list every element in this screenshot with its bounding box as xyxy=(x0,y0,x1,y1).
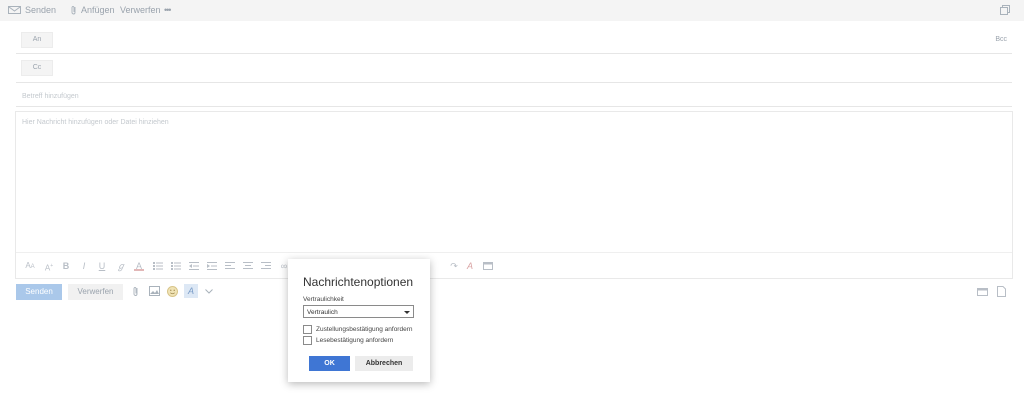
align-left-icon[interactable] xyxy=(225,261,235,271)
toolbar-send-label: Senden xyxy=(25,5,57,15)
sensitivity-label: Vertraulichkeit xyxy=(303,296,344,303)
cc-divider xyxy=(16,82,1012,83)
read-receipt-label: Lesebestätigung anfordern xyxy=(316,337,394,344)
toolbar-attach-label: Anfügen xyxy=(81,5,115,15)
font-icon[interactable]: AA xyxy=(24,261,36,271)
align-center-icon[interactable] xyxy=(243,261,253,271)
command-bar: Senden Anfügen Verwerfen ••• xyxy=(0,0,1024,21)
table-icon[interactable] xyxy=(483,261,493,271)
underline-icon[interactable]: U xyxy=(98,261,106,271)
chevron-down-icon[interactable] xyxy=(205,289,213,294)
dropdown-arrow-icon xyxy=(404,311,410,314)
attach-icon[interactable] xyxy=(133,286,139,297)
increase-indent-icon[interactable] xyxy=(207,261,217,271)
decrease-indent-icon[interactable] xyxy=(189,261,199,271)
toolbar-discard-label: Verwerfen xyxy=(120,5,161,15)
bold-icon[interactable]: B xyxy=(62,261,70,271)
popout-icon[interactable] xyxy=(1000,5,1010,15)
send-icon xyxy=(8,6,21,14)
to-button[interactable]: An xyxy=(21,32,53,48)
toolbar-discard-button[interactable]: Verwerfen xyxy=(120,5,161,15)
subject-divider xyxy=(16,106,1012,107)
discard-button[interactable]: Verwerfen xyxy=(68,284,123,300)
document-icon[interactable] xyxy=(997,286,1006,297)
cc-button[interactable]: Cc xyxy=(21,60,53,76)
insert-picture-icon[interactable] xyxy=(149,286,160,296)
redo-icon[interactable]: ↷ xyxy=(449,261,459,271)
paperclip-icon xyxy=(71,6,76,15)
subject-input[interactable]: Betreff hinzufügen xyxy=(22,93,79,100)
toolbar-send-button[interactable]: Senden xyxy=(8,5,56,15)
ok-button[interactable]: OK xyxy=(309,356,350,371)
font-color-icon[interactable]: A xyxy=(134,261,144,271)
calendar-icon[interactable] xyxy=(977,287,988,296)
font-size-icon[interactable]: A+ xyxy=(44,261,54,273)
numbering-icon[interactable] xyxy=(171,261,181,271)
sensitivity-select[interactable]: Vertraulich xyxy=(303,305,414,318)
send-button[interactable]: Senden xyxy=(16,284,62,300)
toolbar-attach-button[interactable]: Anfügen xyxy=(71,5,115,15)
highlight-icon[interactable]: ℊ xyxy=(116,261,126,271)
more-icon: ••• xyxy=(164,5,172,15)
bcc-link[interactable]: Bcc xyxy=(995,36,1007,43)
message-options-dialog: Nachrichtenoptionen Vertraulichkeit Vert… xyxy=(288,259,430,382)
delivery-receipt-checkbox[interactable] xyxy=(303,325,312,334)
delivery-receipt-label: Zustellungsbestätigung anfordern xyxy=(316,326,413,333)
signature-icon[interactable]: A xyxy=(184,284,198,298)
formatting-toolbar: AA A+ B I U ℊ A ∞ ↷ A xyxy=(16,252,1012,278)
emoji-icon[interactable] xyxy=(167,286,178,297)
align-right-icon[interactable] xyxy=(261,261,271,271)
message-body[interactable]: Hier Nachricht hinzufügen oder Datei hin… xyxy=(15,111,1013,279)
body-placeholder: Hier Nachricht hinzufügen oder Datei hin… xyxy=(22,119,169,126)
to-divider xyxy=(16,53,1012,54)
bullets-icon[interactable] xyxy=(153,261,163,271)
italic-icon[interactable]: I xyxy=(80,261,88,271)
sensitivity-value: Vertraulich xyxy=(307,309,338,316)
read-receipt-checkbox[interactable] xyxy=(303,336,312,345)
cancel-button[interactable]: Abbrechen xyxy=(355,356,413,371)
dialog-title: Nachrichtenoptionen xyxy=(303,275,414,289)
more-options-button[interactable]: ••• xyxy=(164,5,172,15)
clear-formatting-icon[interactable]: A xyxy=(465,261,475,271)
